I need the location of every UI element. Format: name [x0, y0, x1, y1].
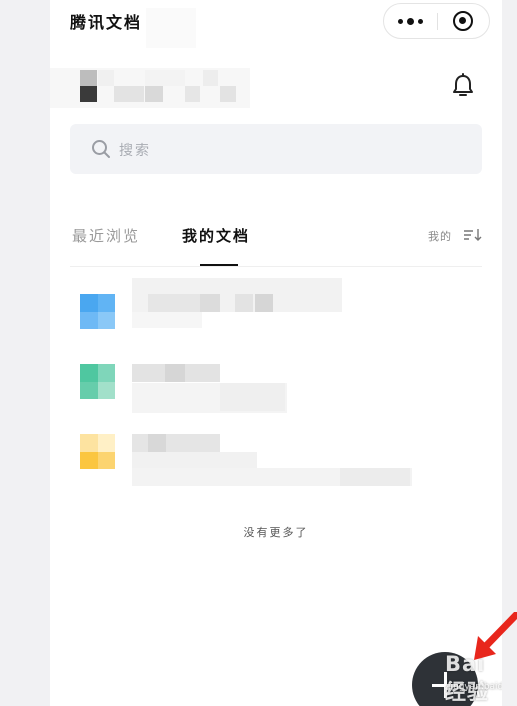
more-dots-icon[interactable]	[398, 18, 424, 25]
sort-icon[interactable]	[463, 228, 483, 242]
target-icon[interactable]	[453, 11, 473, 31]
search-input[interactable]: 搜索	[70, 124, 482, 174]
red-arrow-annotation	[474, 612, 517, 660]
mini-program-page: 腾讯文档 搜索 最近浏览 我的文档 我的 没有更多了 Bai经验 jingyan…	[50, 0, 502, 706]
slide-icon	[80, 434, 115, 469]
tab-divider	[70, 266, 482, 267]
watermark-url: jingyan.baidu.com	[448, 682, 502, 692]
end-of-list-text: 没有更多了	[243, 526, 309, 539]
screen: 腾讯文档 搜索 最近浏览 我的文档 我的 没有更多了 Bai经验 jingyan…	[0, 0, 517, 706]
tab-my-docs[interactable]: 我的文档	[182, 225, 250, 246]
capsule-divider	[437, 13, 438, 30]
capsule-menu	[383, 3, 490, 39]
sort-label[interactable]: 我的	[428, 228, 452, 244]
sheet-icon	[80, 364, 115, 399]
left-background	[0, 0, 50, 706]
app-title: 腾讯文档	[70, 13, 143, 32]
blurred-area	[146, 8, 196, 48]
tab-recent[interactable]: 最近浏览	[72, 225, 140, 246]
search-placeholder: 搜索	[119, 143, 151, 159]
doc-icon	[80, 294, 115, 329]
bell-icon[interactable]	[452, 73, 474, 99]
search-icon	[92, 140, 110, 158]
right-background	[502, 0, 517, 706]
